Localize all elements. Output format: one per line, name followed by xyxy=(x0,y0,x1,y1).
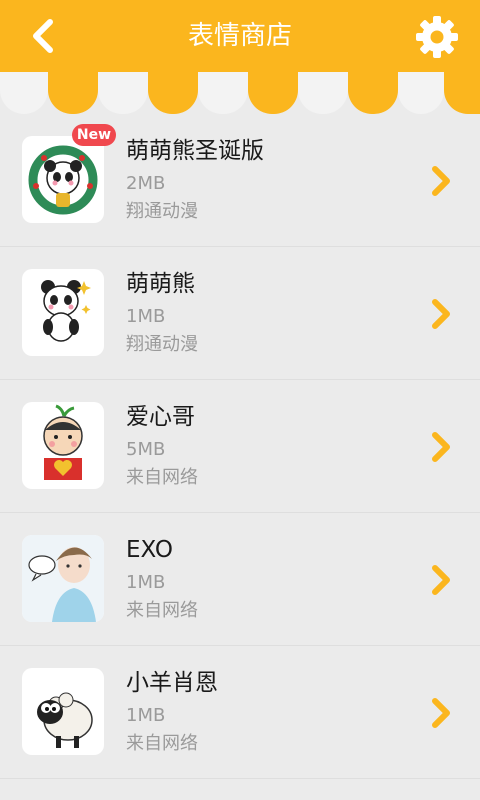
chevron-right-icon[interactable] xyxy=(428,430,454,464)
pack-name: 小羊肖恩 xyxy=(126,670,218,696)
panda-thumbnail xyxy=(22,269,104,356)
pack-source: 来自网络 xyxy=(126,467,198,488)
shaun-sheep-thumbnail xyxy=(22,668,104,755)
app-header: 表情商店 xyxy=(0,0,480,72)
pack-size: 1MB xyxy=(126,572,166,593)
panda-christmas-thumbnail xyxy=(22,136,104,223)
pack-size: 1MB xyxy=(126,705,166,726)
pack-name: 萌萌熊圣诞版 xyxy=(126,138,264,164)
chevron-right-icon[interactable] xyxy=(428,297,454,331)
chevron-right-icon[interactable] xyxy=(428,563,454,597)
pack-source: 来自网络 xyxy=(126,600,198,621)
gear-icon[interactable] xyxy=(414,14,460,60)
list-item[interactable]: 爱心哥 5MB 来自网络 xyxy=(0,380,480,513)
awning-decoration xyxy=(0,72,480,114)
chevron-right-icon[interactable] xyxy=(428,164,454,198)
pack-name: EXO xyxy=(126,537,173,563)
list-item[interactable]: EXO 1MB 来自网络 xyxy=(0,513,480,646)
heart-boy-thumbnail xyxy=(22,402,104,489)
pack-size: 2MB xyxy=(126,173,166,194)
exo-thumbnail xyxy=(22,535,104,622)
pack-size: 5MB xyxy=(126,439,166,460)
list-item[interactable]: 萌萌熊 1MB 翔通动漫 xyxy=(0,247,480,380)
pack-name: 萌萌熊 xyxy=(126,271,195,297)
pack-source: 来自网络 xyxy=(126,733,198,754)
chevron-right-icon[interactable] xyxy=(428,696,454,730)
list-item[interactable]: 小羊肖恩 1MB 来自网络 xyxy=(0,646,480,779)
page-title: 表情商店 xyxy=(187,21,292,51)
new-badge: New xyxy=(72,124,116,146)
pack-source: 翔通动漫 xyxy=(126,334,198,355)
list-item[interactable]: New 萌萌熊圣诞版 2MB 翔通动漫 xyxy=(0,114,480,247)
pack-source: 翔通动漫 xyxy=(126,201,198,222)
pack-name: 爱心哥 xyxy=(126,404,195,430)
pack-size: 1MB xyxy=(126,306,166,327)
